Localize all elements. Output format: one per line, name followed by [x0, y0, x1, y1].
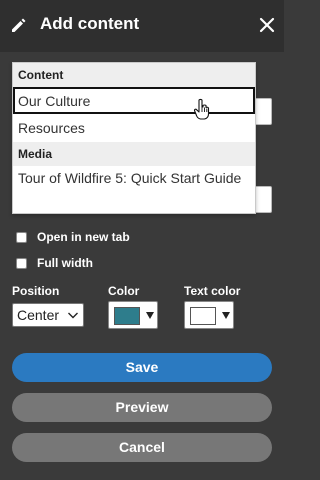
text-color-swatch: [190, 307, 216, 325]
dialog-header: Add content: [0, 0, 284, 52]
link-suggestions-dropdown: Content Our Culture Resources Media Tour…: [12, 62, 256, 214]
open-in-new-tab-label: Open in new tab: [37, 230, 130, 244]
dropdown-arrow-icon: [222, 312, 230, 319]
text-color-picker[interactable]: [184, 301, 234, 329]
dropdown-item-tour-guide[interactable]: Tour of Wildfire 5: Quick Start Guide: [13, 166, 255, 188]
dropdown-group-content: Content: [13, 63, 255, 87]
text-color-label: Text color: [184, 284, 241, 298]
color-picker[interactable]: [108, 301, 158, 329]
chevron-down-icon: [68, 312, 78, 319]
dropdown-item-resources[interactable]: Resources: [13, 114, 255, 142]
color-swatch: [114, 307, 140, 325]
close-icon[interactable]: [258, 16, 276, 34]
dialog-title: Add content: [40, 14, 140, 33]
hand-cursor-icon: [193, 98, 210, 120]
cancel-button[interactable]: Cancel: [12, 433, 272, 462]
full-width-label: Full width: [37, 256, 93, 270]
preview-button[interactable]: Preview: [12, 393, 272, 422]
position-value: Center: [17, 307, 60, 323]
open-in-new-tab-option[interactable]: Open in new tab: [16, 229, 130, 245]
save-button[interactable]: Save: [12, 353, 272, 382]
full-width-option[interactable]: Full width: [16, 255, 93, 271]
dropdown-group-media: Media: [13, 142, 255, 166]
pencil-icon: [12, 18, 26, 32]
open-in-new-tab-checkbox[interactable]: [16, 231, 27, 243]
position-label: Position: [12, 284, 60, 298]
dropdown-arrow-icon: [146, 312, 154, 319]
position-select[interactable]: Center: [12, 303, 84, 327]
color-label: Color: [108, 284, 140, 298]
dropdown-item-our-culture[interactable]: Our Culture: [13, 87, 255, 114]
full-width-checkbox[interactable]: [16, 257, 27, 269]
